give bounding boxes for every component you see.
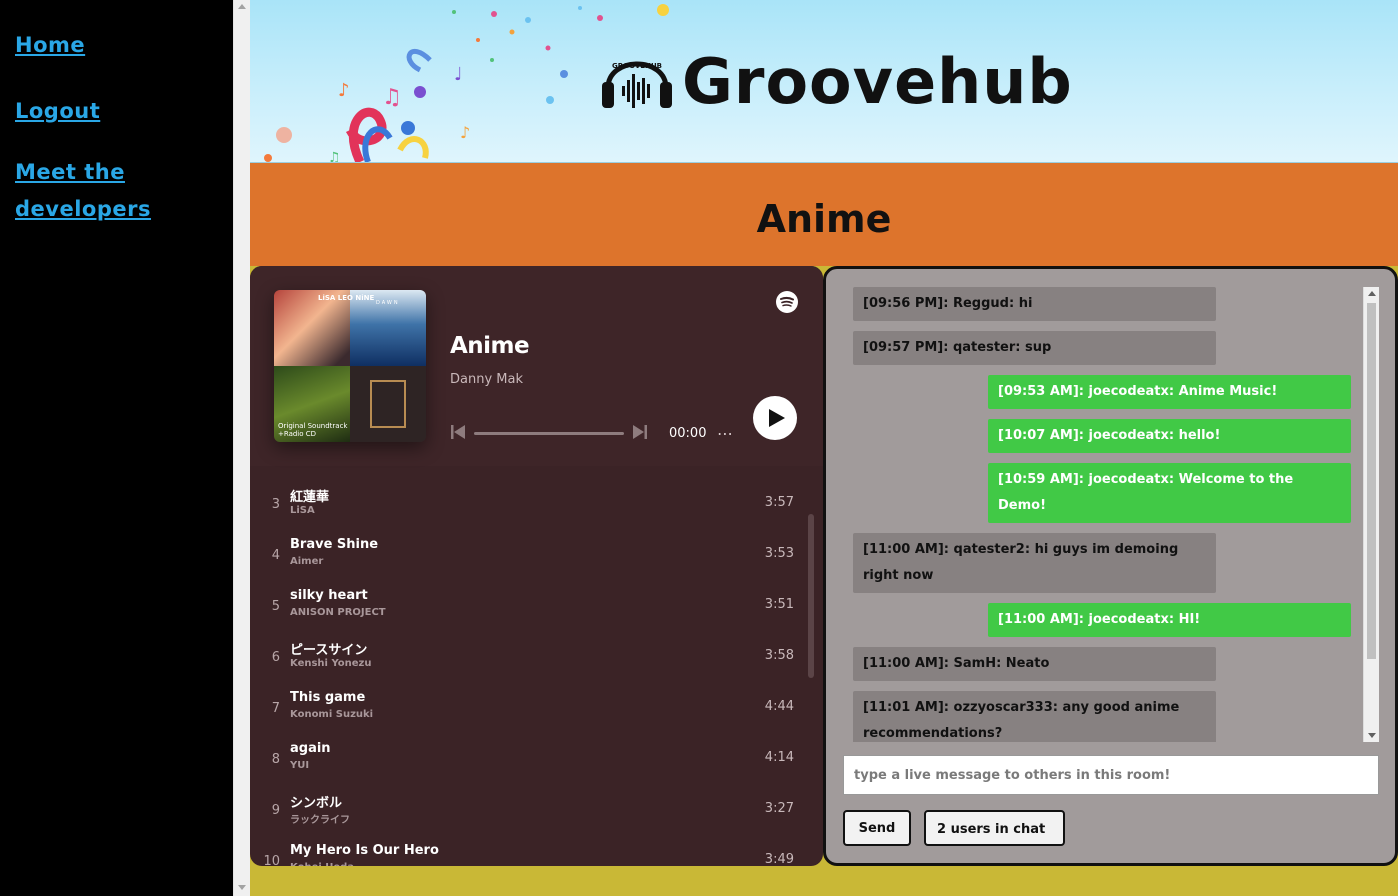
playlist-title: Anime <box>450 333 530 359</box>
chat-message: [09:57 PM]: qatester: sup <box>853 331 1216 365</box>
svg-text:♪: ♪ <box>460 123 470 142</box>
nav-home-link[interactable]: Home <box>15 27 85 64</box>
chat-message-own: [10:07 AM]: joecodeatx: hello! <box>988 419 1351 453</box>
scroll-up-arrow-icon[interactable] <box>238 4 246 9</box>
track-row[interactable]: 10 My Hero Is Our Hero Kohei Ueda 3:49 <box>250 837 810 866</box>
wings-emblem-icon <box>370 380 406 428</box>
svg-text:♪: ♪ <box>338 80 350 101</box>
track-artist: Kohei Ueda <box>290 862 354 866</box>
track-title: again <box>290 741 331 756</box>
track-row[interactable]: 3 紅蓮華 LiSA 3:57 <box>250 480 810 531</box>
cover-art-2-text: DAWN <box>376 300 400 306</box>
chat-message-input[interactable] <box>843 755 1379 795</box>
headphones-logo-icon: GROOVEHUB <box>602 61 672 108</box>
track-title: My Hero Is Our Hero <box>290 843 439 858</box>
scroll-up-arrow-icon[interactable] <box>1368 291 1376 296</box>
svg-text:♩: ♩ <box>454 64 463 85</box>
track-artist: Kenshi Yonezu <box>290 658 372 669</box>
room-title-band: Anime <box>250 163 1398 266</box>
chat-message: [11:01 AM]: ozzyoscar333: any good anime… <box>853 691 1216 742</box>
track-list-scrollbar[interactable] <box>808 514 814 678</box>
track-number: 5 <box>271 599 280 614</box>
nav-logout-link[interactable]: Logout <box>15 93 100 130</box>
track-row[interactable]: 6 ピースサイン Kenshi Yonezu 3:58 <box>250 633 810 684</box>
track-artist: ANISON PROJECT <box>290 607 386 618</box>
track-artist: LiSA <box>290 505 315 516</box>
track-duration: 3:58 <box>764 648 794 663</box>
logo-badge-text: GROOVEHUB <box>612 62 662 70</box>
sidebar-nav: Home Logout Meet the developers <box>0 0 233 896</box>
track-row[interactable]: 7 This game Konomi Suzuki 4:44 <box>250 684 810 735</box>
svg-text:♫: ♫ <box>382 85 402 110</box>
play-button[interactable] <box>753 396 797 440</box>
track-number: 3 <box>271 497 280 512</box>
scroll-down-arrow-icon[interactable] <box>1368 733 1376 738</box>
cover-art-1-text: LiSA LEO NiNE <box>318 294 375 302</box>
track-row[interactable]: 4 Brave Shine Aimer 3:53 <box>250 531 810 582</box>
page-scrollbar[interactable] <box>233 0 250 896</box>
skip-forward-icon[interactable] <box>632 424 648 440</box>
nav-meet-developers-link[interactable]: Meet the developers <box>15 154 195 228</box>
track-artist: YUI <box>290 760 310 771</box>
play-icon <box>769 409 785 427</box>
track-number: 4 <box>271 548 280 563</box>
skip-back-icon[interactable] <box>450 424 466 440</box>
banner: ♫ ♪ ♩ ♪ ♫ GROOVEHUB Groovehub <box>250 0 1398 163</box>
track-duration: 3:49 <box>764 852 794 866</box>
users-in-chat-count: 2 users in chat <box>924 810 1065 846</box>
track-duration: 3:51 <box>764 597 794 612</box>
chat-message-own: [09:53 AM]: joecodeatx: Anime Music! <box>988 375 1351 409</box>
track-number: 9 <box>271 803 280 818</box>
chat-message: [11:00 AM]: qatester2: hi guys im demoin… <box>853 533 1216 593</box>
track-number: 10 <box>263 854 280 866</box>
track-list[interactable]: 3 紅蓮華 LiSA 3:57 4 Brave Shine Aimer 3:53 5 silky … <box>250 480 810 866</box>
room-title: Anime <box>756 197 892 241</box>
track-duration: 4:44 <box>764 699 794 714</box>
track-number: 6 <box>271 650 280 665</box>
send-button[interactable]: Send <box>843 810 911 846</box>
current-time: 00:00 <box>669 426 707 441</box>
track-duration: 3:53 <box>764 546 794 561</box>
chat-message-own: [10:59 AM]: joecodeatx: Welcome to the D… <box>988 463 1351 523</box>
track-artist: Aimer <box>290 556 324 567</box>
track-row[interactable]: 5 silky heart ANISON PROJECT 3:51 <box>250 582 810 633</box>
track-title: 紅蓮華 <box>290 490 330 505</box>
spotify-icon[interactable] <box>776 291 798 313</box>
more-options-icon[interactable]: ⋯ <box>717 424 734 443</box>
track-row[interactable]: 9 シンボルラックライフ 3:27 <box>250 786 810 837</box>
footer-band <box>250 866 1398 896</box>
chat-scroll-thumb[interactable] <box>1367 303 1376 659</box>
track-duration: 4:14 <box>764 750 794 765</box>
spotify-player: LiSA LEO NiNE DAWN Original Soundtrack +… <box>250 266 823 866</box>
track-number: 8 <box>271 752 280 767</box>
playlist-owner[interactable]: Danny Mak <box>450 372 523 387</box>
track-number: 7 <box>271 701 280 716</box>
scroll-down-arrow-icon[interactable] <box>238 885 246 890</box>
progress-bar[interactable] <box>474 432 624 435</box>
playlist-cover: LiSA LEO NiNE DAWN Original Soundtrack +… <box>274 290 426 442</box>
chat-message-own: [11:00 AM]: joecodeatx: HI! <box>988 603 1351 637</box>
track-title: This game <box>290 690 366 705</box>
track-artist: Konomi Suzuki <box>290 709 374 720</box>
track-duration: 3:27 <box>764 801 794 816</box>
track-artist: ラックライフ <box>290 815 350 826</box>
chat-scrollbar[interactable] <box>1363 287 1379 742</box>
chat-panel: [09:56 PM]: Reggud: hi [09:57 PM]: qatest… <box>823 266 1398 866</box>
track-title: シンボル <box>290 796 343 811</box>
track-row[interactable]: 8 again YUI 4:14 <box>250 735 810 786</box>
chat-message: [11:00 AM]: SamH: Neato <box>853 647 1216 681</box>
track-title: ピースサイン <box>290 643 368 658</box>
player-header: LiSA LEO NiNE DAWN Original Soundtrack +… <box>250 266 823 466</box>
chat-message: [09:56 PM]: Reggud: hi <box>853 287 1216 321</box>
chat-log: [09:56 PM]: Reggud: hi [09:57 PM]: qatest… <box>853 287 1363 742</box>
track-duration: 3:57 <box>764 495 794 510</box>
app-name: Groovehub <box>682 45 1073 118</box>
svg-text:♫: ♫ <box>328 150 341 163</box>
cover-art-3-text: Original Soundtrack +Radio CD <box>278 422 348 438</box>
track-title: Brave Shine <box>290 537 379 552</box>
track-title: silky heart <box>290 588 368 603</box>
